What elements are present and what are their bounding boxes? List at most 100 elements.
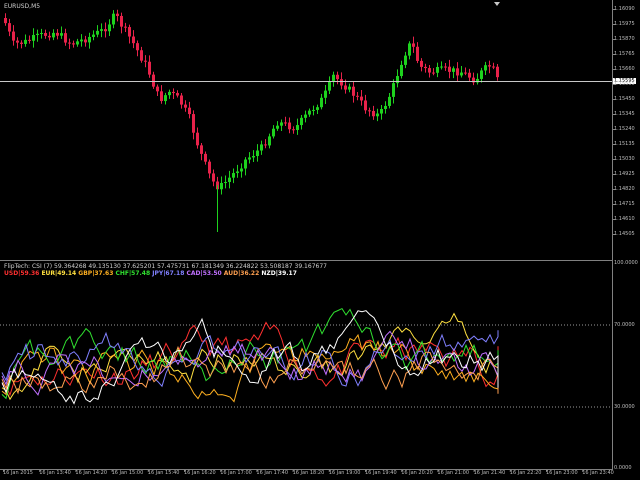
candle-body bbox=[404, 55, 407, 65]
candle-body bbox=[376, 113, 379, 117]
price-scale-label: 1.14505 bbox=[614, 231, 635, 237]
candle-body bbox=[204, 153, 207, 162]
time-scale-label: 16 Jan 20:20 bbox=[401, 470, 433, 476]
candle-body bbox=[220, 182, 223, 190]
candle-body bbox=[228, 177, 231, 182]
candle-body bbox=[460, 72, 463, 76]
candle-body bbox=[292, 129, 295, 131]
candle-body bbox=[332, 74, 335, 82]
candle-body bbox=[308, 110, 311, 115]
candle-body bbox=[300, 117, 303, 126]
time-scale-label: 16 Jan 18:20 bbox=[292, 470, 325, 476]
chart-shift-marker[interactable] bbox=[494, 2, 500, 6]
candle-body bbox=[464, 72, 467, 74]
candle-body bbox=[368, 110, 371, 112]
chart-symbol-title: EURUSD,M5 bbox=[4, 3, 41, 10]
candle-body bbox=[264, 144, 267, 146]
candle-body bbox=[100, 29, 103, 31]
candle-body bbox=[436, 67, 439, 73]
price-scale-label: 1.14610 bbox=[614, 216, 635, 222]
candle-body bbox=[28, 39, 31, 41]
candle-body bbox=[84, 39, 87, 43]
time-scale-label: 16 Jan 17:00 bbox=[220, 470, 252, 476]
candle-body bbox=[112, 13, 115, 25]
candle-body bbox=[344, 85, 347, 90]
candle-body bbox=[412, 43, 415, 47]
time-scale-label: 16 Jan 17:40 bbox=[256, 470, 289, 476]
chart-canvas[interactable] bbox=[0, 0, 640, 480]
time-scale-label: 16 Jan 23:40 bbox=[582, 470, 614, 476]
candle-body bbox=[136, 43, 139, 51]
time-scale-label: 16 Jan 15:00 bbox=[111, 470, 144, 476]
candle-body bbox=[36, 33, 39, 35]
candle-body bbox=[480, 70, 483, 79]
candle-body bbox=[320, 97, 323, 108]
candle-body bbox=[256, 150, 259, 157]
time-scale-label: 16 Jan 19:00 bbox=[328, 470, 361, 476]
price-scale-label: 1.16090 bbox=[614, 6, 635, 12]
candle-body bbox=[260, 144, 263, 151]
price-scale-label: 1.15450 bbox=[614, 96, 635, 102]
candle-body bbox=[188, 107, 191, 115]
candle-body bbox=[64, 33, 67, 43]
candle-body bbox=[304, 114, 307, 118]
candle-body bbox=[176, 93, 179, 96]
candle-body bbox=[348, 86, 351, 90]
price-scale-label: 1.14925 bbox=[614, 171, 635, 177]
price-scale-label: 1.15030 bbox=[614, 156, 635, 162]
time-scale-label: 16 Jan 22:20 bbox=[509, 470, 542, 476]
candle-body bbox=[452, 68, 455, 72]
candle-body bbox=[96, 30, 99, 35]
candle-body bbox=[236, 171, 239, 174]
price-scale-label: 1.15555 bbox=[614, 81, 635, 87]
price-scale-label: 1.15765 bbox=[614, 51, 635, 57]
candle-body bbox=[288, 122, 291, 130]
currency-strength-nzd: NZD|39.17 bbox=[261, 270, 297, 277]
candle-body bbox=[440, 66, 443, 68]
candle-body bbox=[336, 74, 339, 80]
price-scale-label: 1.15975 bbox=[614, 21, 635, 27]
candle-body bbox=[192, 114, 195, 133]
time-scale-label: 16 Jan 23:00 bbox=[546, 470, 578, 476]
candle-body bbox=[56, 32, 59, 36]
currency-strength-chf: CHF|57.48 bbox=[115, 270, 153, 277]
candle-body bbox=[384, 105, 387, 109]
candle-body bbox=[12, 31, 15, 41]
candle-body bbox=[444, 66, 447, 68]
candle-body bbox=[396, 76, 399, 84]
candle-body bbox=[68, 42, 71, 44]
candle-body bbox=[92, 34, 95, 37]
candle-body bbox=[152, 74, 155, 87]
time-scale-label: 16 Jan 13:40 bbox=[39, 470, 71, 476]
time-scale-label: 16 Jan 19:40 bbox=[365, 470, 397, 476]
candle-body bbox=[312, 109, 315, 111]
candle-body bbox=[428, 68, 431, 73]
candle-body bbox=[208, 161, 211, 174]
candle-body bbox=[224, 181, 227, 183]
candle-body bbox=[32, 34, 35, 41]
indicator-scale-label: 30.0000 bbox=[614, 403, 635, 410]
candle-body bbox=[356, 95, 359, 97]
indicator-title: FlipTech: CSI (7) 59.364268 49.135130 37… bbox=[4, 263, 327, 270]
candle-body bbox=[88, 36, 91, 43]
currency-strength-gbp: GBP|37.63 bbox=[78, 270, 116, 277]
candle-body bbox=[4, 18, 7, 24]
candle-body bbox=[432, 72, 435, 74]
candle-body bbox=[416, 46, 419, 61]
candle-body bbox=[164, 95, 167, 102]
candle-body bbox=[8, 23, 11, 32]
trading-terminal: EURUSD,M5 FlipTech: CSI (7) 59.364268 49… bbox=[0, 0, 640, 480]
candle-body bbox=[116, 13, 119, 16]
candle-body bbox=[244, 159, 247, 169]
candle-body bbox=[80, 39, 83, 42]
candle-body bbox=[352, 86, 355, 96]
candle-body bbox=[184, 104, 187, 108]
currency-strength-usd: USD|59.36 bbox=[4, 270, 42, 277]
candle-body bbox=[196, 132, 199, 146]
candle-body bbox=[372, 110, 375, 117]
candle-body bbox=[24, 39, 27, 44]
candle-body bbox=[40, 33, 43, 35]
candle-body bbox=[328, 81, 331, 91]
candle-body bbox=[316, 107, 319, 110]
candle-body bbox=[128, 27, 131, 37]
